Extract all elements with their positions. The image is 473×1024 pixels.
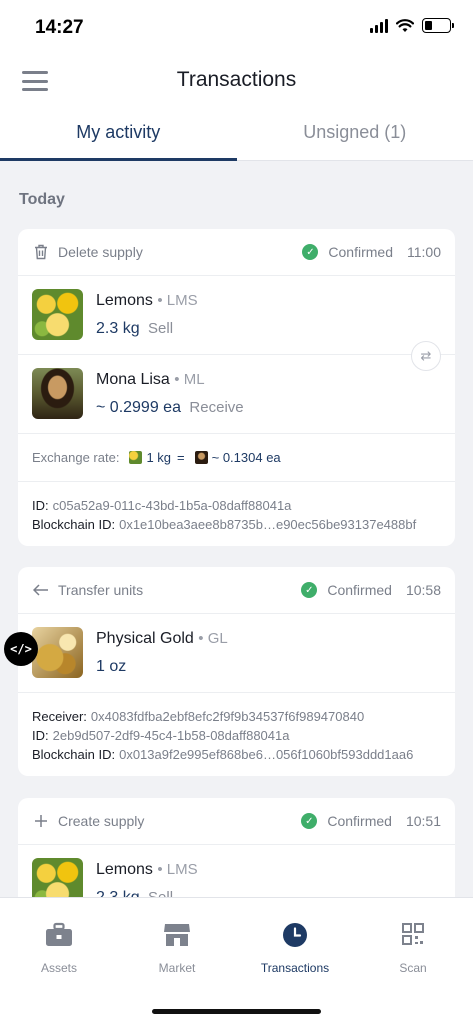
status-label: Confirmed xyxy=(327,582,392,598)
plus-icon xyxy=(32,814,50,828)
status-time: 14:27 xyxy=(35,17,84,38)
lemons-mini-icon xyxy=(129,451,143,464)
tab-my-activity[interactable]: My activity xyxy=(0,104,237,161)
nav-label: Market xyxy=(158,961,196,975)
transaction-type: Create supply xyxy=(58,813,145,829)
arrow-left-icon xyxy=(32,584,50,596)
confirmed-check-icon: ✓ xyxy=(302,244,319,260)
asset-amount: ~ 0.2999 ea Receive xyxy=(96,399,244,416)
lemons-thumbnail xyxy=(32,289,83,340)
app-header: Transactions xyxy=(0,56,473,104)
briefcase-icon xyxy=(45,922,73,948)
bottom-navigation: Assets Market Transactions Scan xyxy=(0,897,473,1024)
activity-tabs: My activity Unsigned (1) xyxy=(0,104,473,161)
asset-row[interactable]: Mona Lisa • ML ~ 0.2999 ea Receive xyxy=(18,355,455,434)
transactions-list[interactable]: Today Delete supply ✓ Confirmed 11:00 Le… xyxy=(0,161,473,897)
nav-label: Scan xyxy=(399,961,427,975)
page-title: Transactions xyxy=(176,68,297,91)
transaction-header: Create supply ✓ Confirmed 10:51 xyxy=(18,798,455,845)
asset-row[interactable]: Lemons • LMS 2.3 kg Sell xyxy=(18,845,455,897)
transaction-card[interactable]: Delete supply ✓ Confirmed 11:00 Lemons •… xyxy=(18,229,455,546)
transaction-card[interactable]: Transfer units ✓ Confirmed 10:58 Physica… xyxy=(18,567,455,776)
transaction-ids: ID: c05a52a9-011c-43bd-1b5a-08daff88041a … xyxy=(32,498,417,532)
asset-name: Mona Lisa • ML xyxy=(96,371,205,388)
nav-item-assets[interactable]: Assets xyxy=(0,922,118,975)
section-label-today: Today xyxy=(19,191,65,208)
home-indicator[interactable] xyxy=(152,1009,321,1014)
transaction-time: 10:51 xyxy=(405,813,441,829)
exchange-rate-label: Exchange rate: xyxy=(32,450,120,465)
transaction-ids: Receiver: 0x4083fdfba2ebf8efc2f9f9b34537f… xyxy=(32,709,414,762)
gold-thumbnail xyxy=(32,627,83,678)
exchange-rate: Exchange rate: 1 kg = ~ 0.1304 ea xyxy=(18,434,455,482)
cellular-signal-icon xyxy=(370,18,388,33)
storefront-icon xyxy=(163,922,191,948)
asset-row[interactable]: Physical Gold • GL 1 oz xyxy=(18,614,455,693)
nav-item-scan[interactable]: Scan xyxy=(354,922,472,975)
wifi-icon xyxy=(396,18,414,32)
qr-code-icon xyxy=(399,922,427,948)
confirmed-check-icon: ✓ xyxy=(301,582,318,598)
asset-name: Lemons • LMS xyxy=(96,292,198,309)
battery-icon xyxy=(422,18,454,33)
asset-amount: 1 oz xyxy=(96,658,127,675)
asset-name: Lemons • LMS xyxy=(96,861,198,878)
transaction-time: 10:58 xyxy=(405,582,441,598)
transaction-type: Transfer units xyxy=(58,582,144,598)
dev-tools-button[interactable]: </> xyxy=(4,632,38,666)
status-label: Confirmed xyxy=(327,813,392,829)
nav-item-transactions[interactable]: Transactions xyxy=(236,922,354,975)
confirmed-check-icon: ✓ xyxy=(301,813,318,829)
tab-unsigned[interactable]: Unsigned (1) xyxy=(237,104,473,160)
mona-lisa-mini-icon xyxy=(194,451,208,464)
asset-amount: 2.3 kg Sell xyxy=(96,889,173,897)
transaction-header: Delete supply ✓ Confirmed 11:00 xyxy=(18,229,455,276)
lemons-thumbnail xyxy=(32,858,83,897)
nav-item-market[interactable]: Market xyxy=(118,922,236,975)
status-label: Confirmed xyxy=(328,244,393,260)
transaction-card[interactable]: Create supply ✓ Confirmed 10:51 Lemons •… xyxy=(18,798,455,897)
status-bar: 14:27 xyxy=(0,0,473,56)
asset-row[interactable]: Lemons • LMS 2.3 kg Sell xyxy=(18,276,455,355)
transaction-time: 11:00 xyxy=(407,244,441,260)
clock-icon xyxy=(281,922,309,948)
transaction-header: Transfer units ✓ Confirmed 10:58 xyxy=(18,567,455,614)
mona-lisa-thumbnail xyxy=(32,368,83,419)
status-icons xyxy=(370,18,454,33)
trash-icon xyxy=(32,244,50,260)
asset-amount: 2.3 kg Sell xyxy=(96,320,174,337)
transaction-type: Delete supply xyxy=(58,244,143,260)
nav-label: Transactions xyxy=(260,961,330,975)
asset-name: Physical Gold • GL xyxy=(96,630,228,647)
nav-label: Assets xyxy=(40,961,77,975)
